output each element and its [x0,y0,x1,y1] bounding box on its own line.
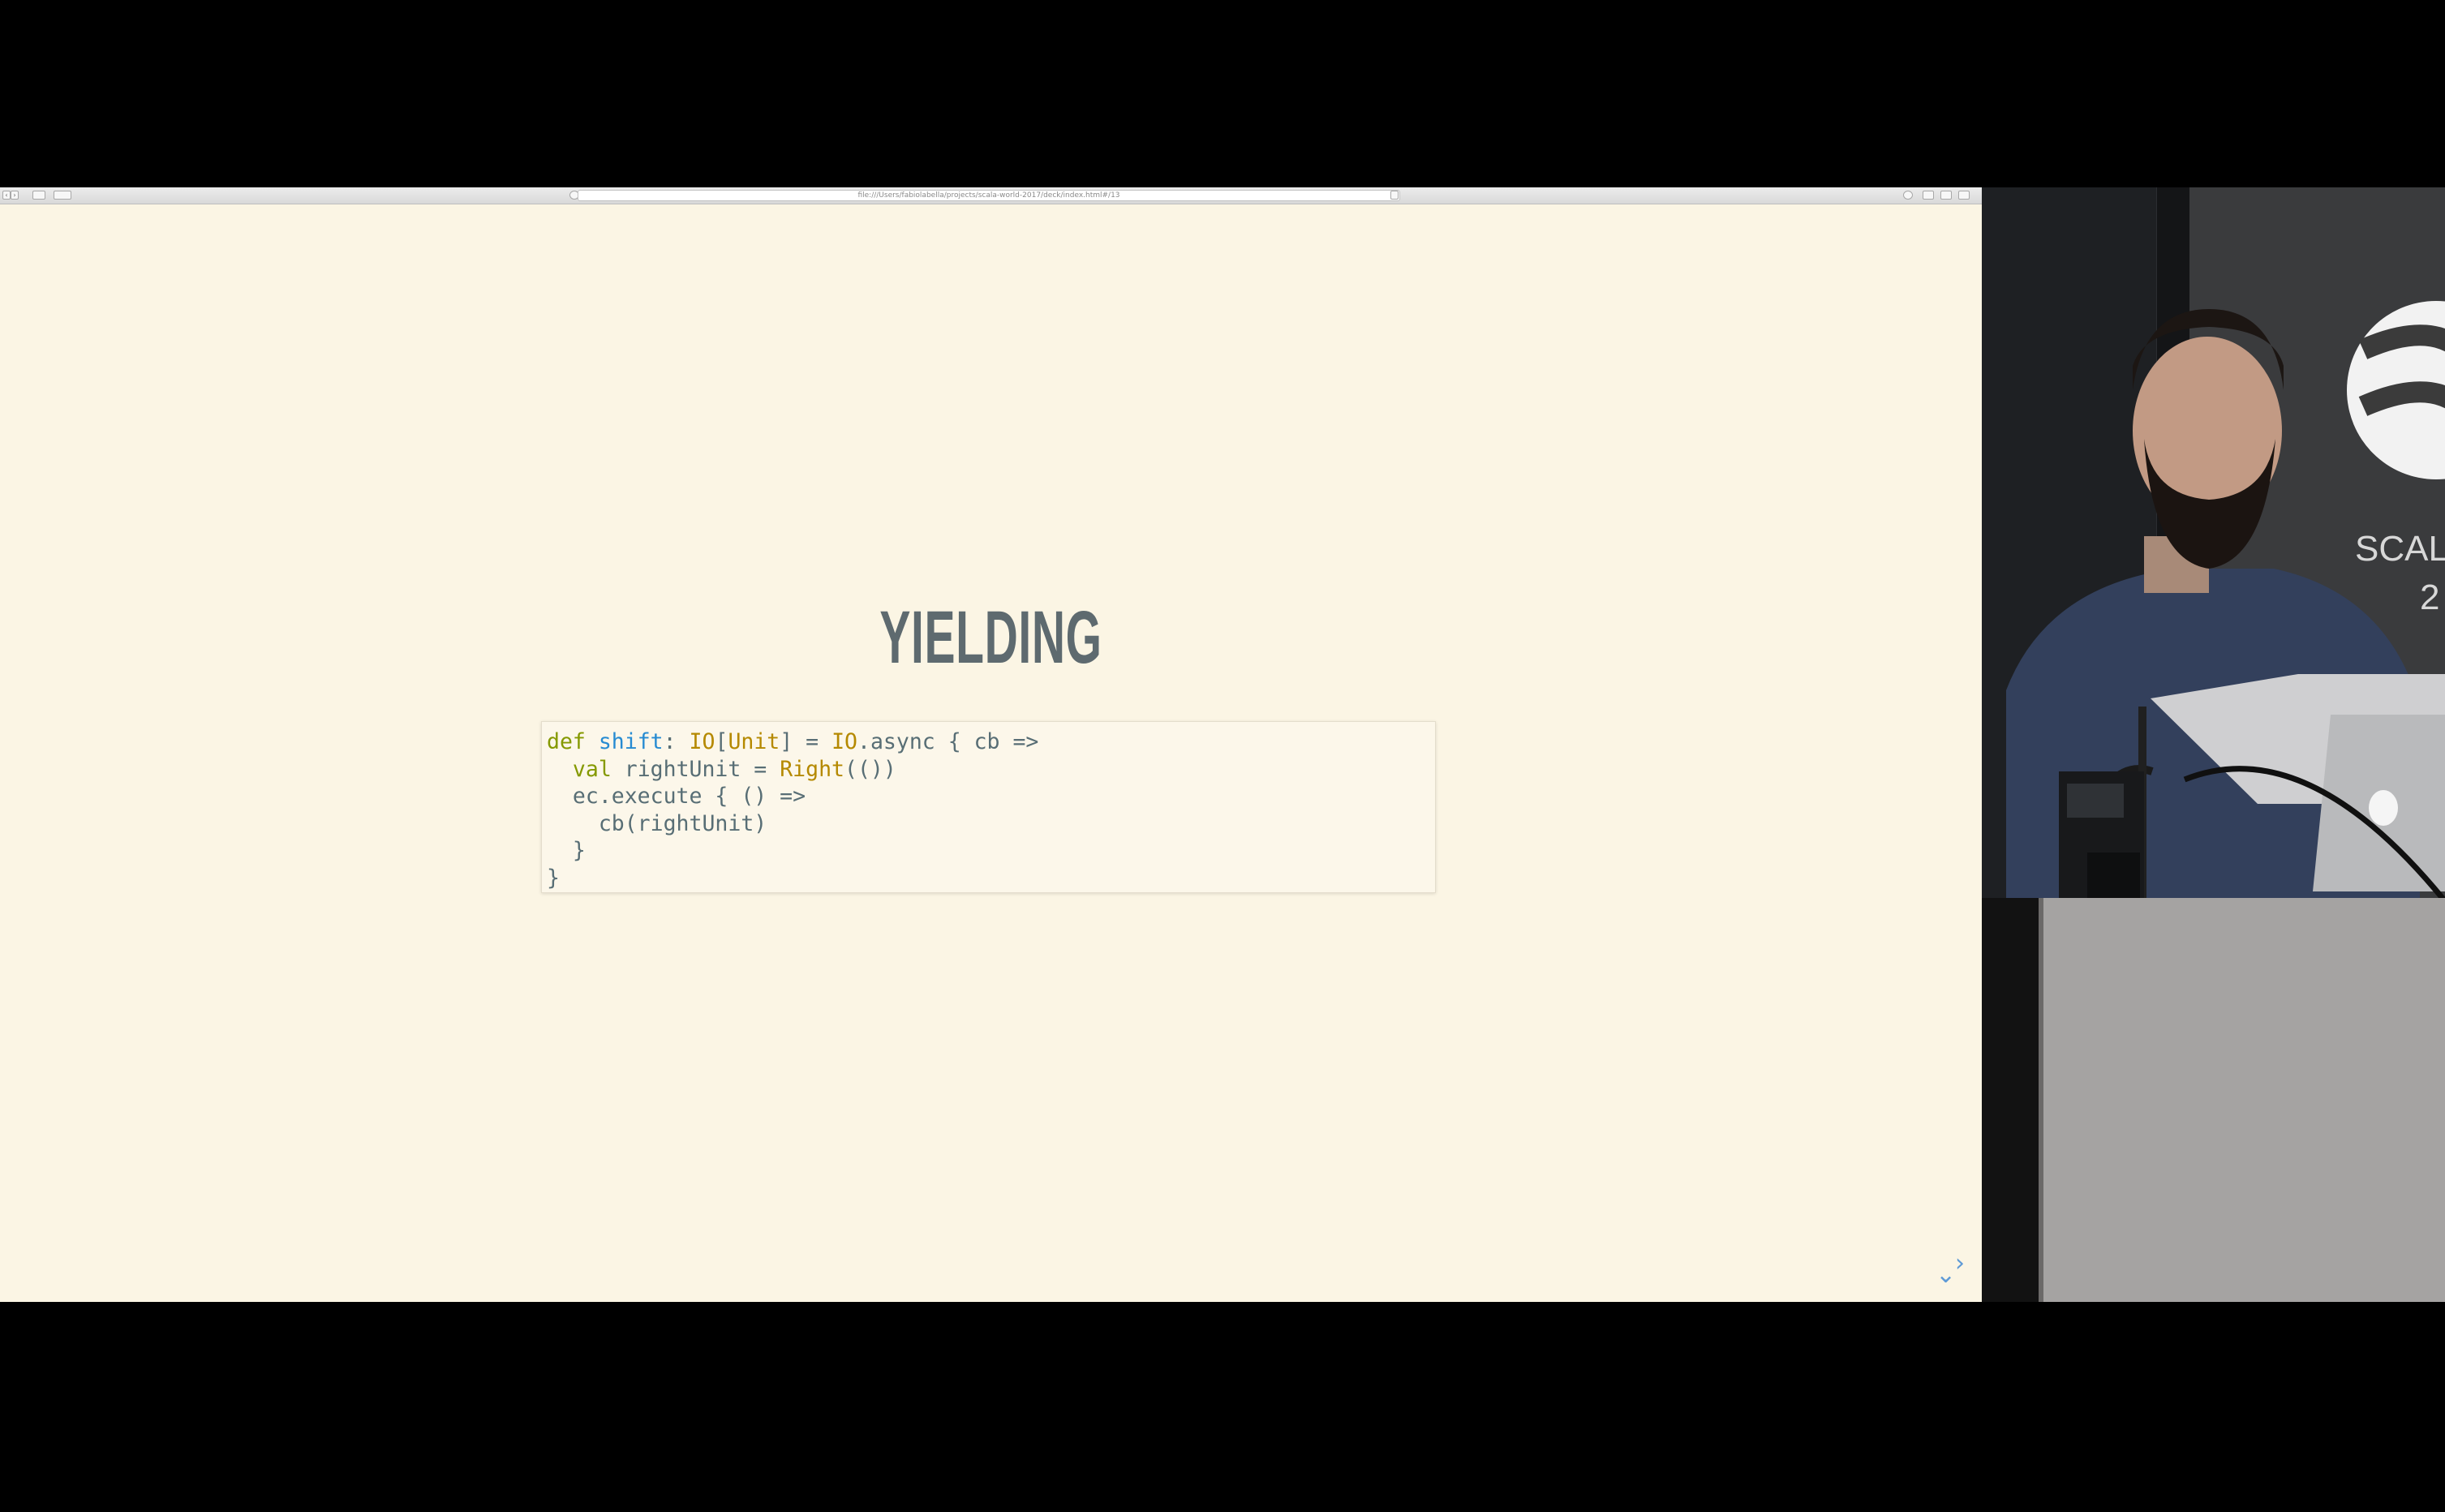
type-name: IO [689,729,715,754]
slide-title: YIELDING [879,596,1102,679]
code-text: rightUnit = [611,756,780,782]
back-icon[interactable]: ‹ [2,191,11,200]
code-block: def shift: IO[Unit] = IO.async { cb => v… [541,721,1436,893]
code-text: [ [715,729,728,754]
new-tab-icon[interactable] [1958,191,1970,200]
code-listing: def shift: IO[Unit] = IO.async { cb => v… [542,722,1435,891]
tabs-icon[interactable] [1940,191,1952,200]
browser-window: ‹ › file:///Users/fabiolabella/projects/… [0,187,1982,1302]
speaker-video-feed: SCALA 2 [1982,187,2445,1302]
code-line-6: } [547,865,560,891]
code-line-4: cb(rightUnit) [547,810,767,836]
code-line-1: def shift: IO[Unit] = IO.async { cb => [547,729,1038,754]
share-icon[interactable] [1923,191,1934,200]
scala-world-sign-text: SCALA [2355,529,2445,569]
type-name: IO [831,729,858,754]
sidebar-icon[interactable] [32,191,45,200]
type-name: Unit [728,729,780,754]
browser-toolbar: ‹ › file:///Users/fabiolabella/projects/… [0,187,1982,204]
code-text: : [663,729,690,754]
tab-overview-icon[interactable] [54,191,71,200]
type-name: Right [780,756,844,782]
code-line-5: } [547,838,586,863]
speaker-video-image: SCALA 2 [1982,187,2445,1302]
function-name: shift [598,729,664,754]
downloads-icon[interactable] [1903,191,1913,200]
next-slide-arrow-icon[interactable]: › [1955,1252,1965,1276]
slide-navigation: › ⌄ [1923,1242,1971,1291]
scala-world-sign-year: 2 [2420,578,2439,617]
reload-icon[interactable] [1390,191,1399,200]
code-line-3: ec.execute { () => [547,784,806,809]
address-bar[interactable]: file:///Users/fabiolabella/projects/scal… [578,190,1400,201]
code-text: ] = [780,729,832,754]
code-text: .async { cb => [857,729,1039,754]
down-slide-arrow-icon[interactable]: ⌄ [1936,1263,1956,1287]
keyword: def [547,729,586,754]
forward-icon[interactable]: › [11,191,19,200]
keyword: val [572,756,612,782]
code-line-2: val rightUnit = Right(()) [547,757,896,782]
code-text: (()) [844,756,896,782]
